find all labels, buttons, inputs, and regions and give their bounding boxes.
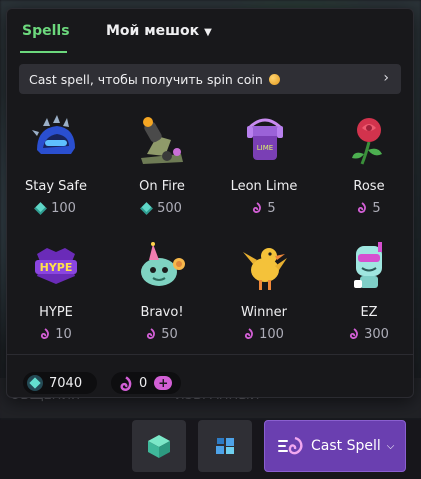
blue-gem-icon xyxy=(140,202,153,215)
cast-spell-banner[interactable]: Cast spell, чтобы получить spin coin › xyxy=(19,64,401,94)
blue-gem-balance: 7040 xyxy=(23,372,97,394)
pink-balance-value: 0 xyxy=(139,375,148,391)
pink-swirl-icon xyxy=(358,202,367,213)
spell-price-value: 500 xyxy=(157,201,182,216)
add-currency-button[interactable]: + xyxy=(154,376,173,390)
spell-price: 100 xyxy=(218,327,310,342)
spell-item-stay-safe[interactable]: Stay Safe 100 xyxy=(10,109,102,229)
leon-lime-can-icon: LIME xyxy=(247,118,283,160)
active-tab-indicator xyxy=(20,51,67,53)
spell-name: On Fire xyxy=(139,179,185,194)
spell-name: HYPE xyxy=(39,305,73,320)
pink-swirl-icon xyxy=(41,328,50,339)
ez-character-icon xyxy=(354,242,382,288)
spin-coin-icon xyxy=(268,73,280,85)
tab-my-bag-label: Мой мешок xyxy=(106,23,200,39)
spell-price-value: 300 xyxy=(364,327,389,342)
spell-name: Bravo! xyxy=(140,305,184,320)
pink-swirl-icon xyxy=(120,375,132,391)
stay-safe-helmet-icon xyxy=(32,115,75,154)
tab-spells[interactable]: Spells xyxy=(22,23,70,39)
spell-price-value: 10 xyxy=(55,327,72,342)
spell-item-on-fire[interactable]: On Fire 500 xyxy=(116,109,208,229)
spell-price-value: 5 xyxy=(267,201,276,216)
on-fire-cannon-icon xyxy=(141,117,183,164)
apps-extension-button[interactable] xyxy=(198,420,252,472)
spell-name: Stay Safe xyxy=(25,179,87,194)
cast-spell-button[interactable]: Cast Spell ⌵ xyxy=(264,420,406,472)
spell-price: 10 xyxy=(10,327,102,342)
spell-item-leon-lime[interactable]: LIME Leon Lime 5 xyxy=(218,109,310,229)
tab-my-bag[interactable]: Мой мешок ▼ xyxy=(106,23,212,39)
spell-item-rose[interactable]: Rose 5 xyxy=(323,109,415,229)
chevron-right-icon: › xyxy=(383,70,389,86)
pink-swirl-icon xyxy=(245,328,254,339)
spell-item-bravo[interactable]: Bravo! 50 xyxy=(116,235,208,355)
spell-name: EZ xyxy=(360,305,378,320)
svg-text:HYPE: HYPE xyxy=(40,261,73,274)
chevron-down-icon: ⌵ xyxy=(386,440,395,452)
bravo-creature-icon xyxy=(141,242,185,286)
spell-item-ez[interactable]: EZ 300 xyxy=(323,235,415,355)
spell-price-value: 100 xyxy=(259,327,284,342)
tab-bar: Spells Мой мешок ▼ xyxy=(7,9,413,57)
blue-gem-icon xyxy=(34,202,47,215)
rose-flower-icon xyxy=(352,118,382,165)
cast-spell-swirl-icon xyxy=(278,436,303,455)
spell-price-value: 50 xyxy=(161,327,178,342)
spell-price: 300 xyxy=(323,327,415,342)
blue-balance-value: 7040 xyxy=(49,375,83,391)
spell-price: 5 xyxy=(323,201,415,216)
spell-price: 500 xyxy=(116,201,208,216)
pink-swirl-balance: 0 + xyxy=(111,372,181,394)
pink-swirl-icon xyxy=(147,328,156,339)
pink-swirl-icon xyxy=(350,328,359,339)
spell-price: 100 xyxy=(10,201,102,216)
spell-name: Leon Lime xyxy=(230,179,298,194)
hype-badge-icon: HYPE xyxy=(35,248,77,284)
spell-price: 5 xyxy=(218,201,310,216)
tiles-icon xyxy=(216,438,234,454)
spell-price: 50 xyxy=(116,327,208,342)
blue-gem-icon xyxy=(27,375,43,391)
spell-name: Winner xyxy=(240,305,287,320)
spell-price-value: 5 xyxy=(372,201,381,216)
caret-down-icon: ▼ xyxy=(204,27,212,38)
cube-extension-button[interactable] xyxy=(132,420,186,472)
banner-text: Cast spell, чтобы получить spin coin xyxy=(29,71,263,87)
svg-text:LIME: LIME xyxy=(257,144,273,152)
spell-item-winner[interactable]: Winner 100 xyxy=(218,235,310,355)
cube-icon xyxy=(148,435,170,458)
pink-swirl-icon xyxy=(253,202,262,213)
spell-item-hype[interactable]: HYPE HYPE 10 xyxy=(10,235,102,355)
spell-price-value: 100 xyxy=(51,201,76,216)
panel-divider xyxy=(7,354,413,355)
spell-name: Rose xyxy=(353,179,385,194)
winner-duck-icon xyxy=(243,248,287,290)
cast-spell-label: Cast Spell xyxy=(311,438,381,454)
spells-panel: Spells Мой мешок ▼ Cast spell, чтобы полу… xyxy=(6,8,414,398)
